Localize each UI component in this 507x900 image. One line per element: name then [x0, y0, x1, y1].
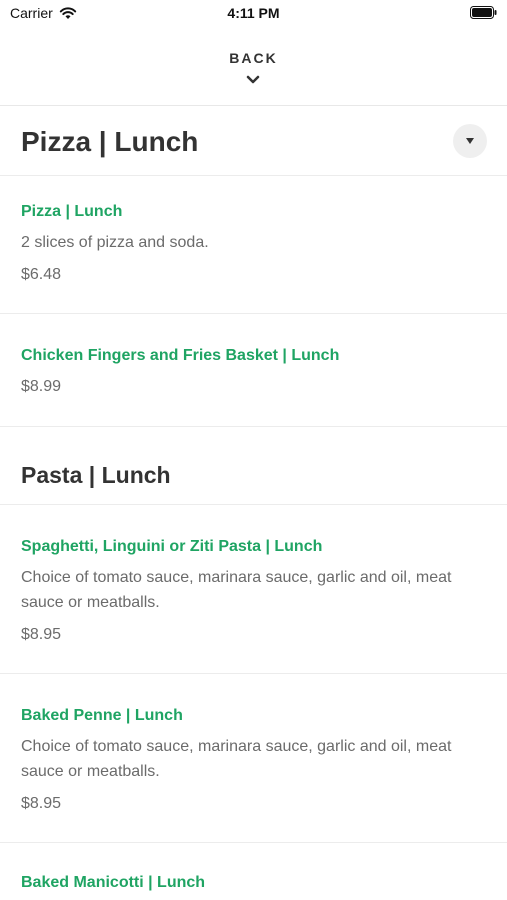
item-description: Choice of tomato sauce, marinara sauce, …	[21, 738, 452, 780]
item-name: Baked Manicotti | Lunch	[21, 874, 206, 891]
item-description: 2 slices of pizza and soda.	[21, 234, 209, 251]
section-title: Pizza | Lunch	[21, 126, 199, 157]
item-name: Chicken Fingers and Fries Basket | Lunch	[21, 347, 340, 364]
item-price: $8.95	[21, 626, 62, 643]
back-button[interactable]: BACK	[0, 30, 507, 106]
item-price: $8.95	[21, 795, 62, 812]
caret-down-icon	[466, 138, 474, 144]
item-price: $6.48	[21, 266, 62, 283]
section-header-pasta: Pasta | Lunch	[0, 427, 507, 505]
menu-item[interactable]: Baked Penne | Lunch Choice of tomato sau…	[0, 674, 507, 843]
menu-item[interactable]: Pizza | Lunch 2 slices of pizza and soda…	[0, 176, 507, 314]
back-label: BACK	[229, 50, 278, 66]
menu-item[interactable]: Baked Manicotti | Lunch	[0, 843, 507, 900]
item-description: Choice of tomato sauce, marinara sauce, …	[21, 569, 452, 611]
chevron-down-icon	[246, 75, 260, 84]
item-name: Pizza | Lunch	[21, 203, 123, 220]
section-dropdown-button[interactable]	[453, 124, 487, 158]
battery-icon	[470, 6, 497, 19]
item-name: Spaghetti, Linguini or Ziti Pasta | Lunc…	[21, 538, 323, 555]
item-price: $8.99	[21, 378, 62, 395]
status-bar: Carrier 4:11 PM	[0, 0, 507, 30]
section-title: Pasta | Lunch	[21, 462, 171, 488]
section-header-pizza: Pizza | Lunch	[0, 107, 507, 176]
item-name: Baked Penne | Lunch	[21, 707, 183, 724]
status-time: 4:11 PM	[227, 5, 280, 21]
menu-item[interactable]: Chicken Fingers and Fries Basket | Lunch…	[0, 314, 507, 427]
menu-item[interactable]: Spaghetti, Linguini or Ziti Pasta | Lunc…	[0, 505, 507, 674]
